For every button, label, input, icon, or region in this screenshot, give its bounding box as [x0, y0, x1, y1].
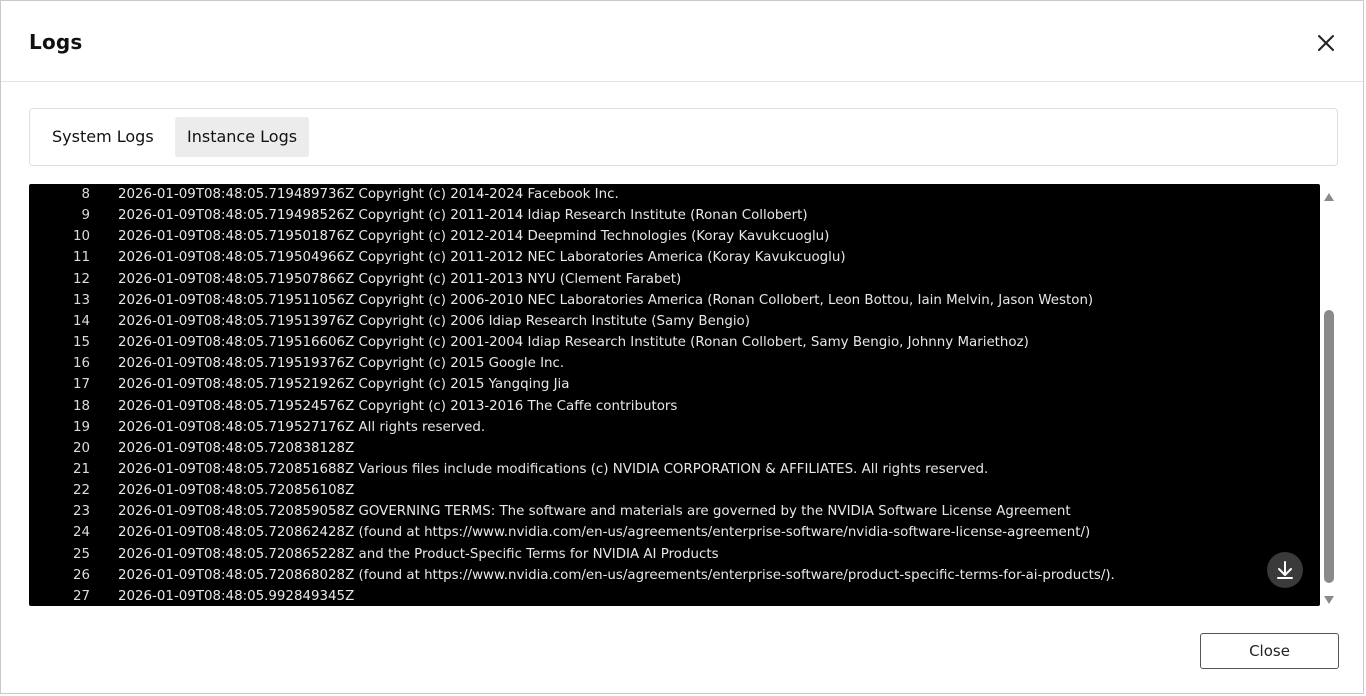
log-line-text: 2026-01-09T08:48:05.720865228Z and the P…	[118, 546, 719, 562]
log-line-number: 16	[72, 356, 90, 372]
log-line-text: 2026-01-09T08:48:05.720838128Z	[118, 440, 355, 456]
log-line-number: 18	[72, 398, 90, 414]
log-line-number: 9	[81, 208, 90, 224]
tab-system-logs[interactable]: System Logs	[40, 117, 166, 157]
log-line-number: 10	[72, 229, 90, 245]
tab-instance-logs[interactable]: Instance Logs	[175, 117, 310, 157]
log-line-text: 2026-01-09T08:48:05.720868028Z (found at…	[118, 567, 1115, 583]
log-line-text: 2026-01-09T08:48:05.719516606Z Copyright…	[118, 335, 1029, 351]
download-icon[interactable]	[1267, 552, 1303, 588]
log-line-number: 15	[72, 335, 90, 351]
log-line-text: 2026-01-09T08:48:05.719519376Z Copyright…	[118, 356, 565, 372]
log-line-text: 2026-01-09T08:48:05.720851688Z Various f…	[118, 461, 989, 477]
dialog-title: Logs	[29, 30, 83, 54]
log-line-text: 2026-01-09T08:48:05.719501876Z Copyright…	[118, 229, 830, 245]
log-viewer[interactable]: 8 2026-01-09T08:48:05.719489736Z Copyrigh…	[29, 184, 1320, 606]
log-line-number: 17	[72, 377, 90, 393]
log-line-number: 26	[72, 567, 90, 583]
log-line-number: 24	[72, 525, 90, 541]
log-line-text: 2026-01-09T08:48:05.720859058Z GOVERNING…	[118, 504, 1071, 520]
scrollbar-thumb[interactable]	[1324, 310, 1334, 583]
log-line-number: 22	[72, 483, 90, 499]
scroll-down-arrow-icon[interactable]	[1323, 592, 1335, 604]
log-tabs: System Logs Instance Logs	[29, 108, 1338, 166]
log-line-number: 27	[72, 588, 90, 604]
log-line-text: 2026-01-09T08:48:05.719498526Z Copyright…	[118, 208, 808, 224]
log-line-text: 2026-01-09T08:48:05.719511056Z Copyright…	[118, 292, 1094, 308]
close-icon[interactable]	[1313, 30, 1339, 56]
log-line-number: 14	[72, 313, 90, 329]
close-button[interactable]: Close	[1200, 633, 1339, 669]
log-line-text: 2026-01-09T08:48:05.719524576Z Copyright…	[118, 398, 678, 414]
dialog-header: Logs	[1, 1, 1363, 82]
log-line-number: 11	[72, 250, 90, 266]
log-line-number: 25	[72, 546, 90, 562]
log-line-number: 21	[72, 461, 90, 477]
log-line-text: 2026-01-09T08:48:05.719504966Z Copyright…	[118, 250, 846, 266]
log-line-text: 2026-01-09T08:48:05.719513976Z Copyright…	[118, 313, 750, 329]
logs-dialog: Logs System Logs Instance Logs 8 2026-01-…	[0, 0, 1364, 694]
log-line-number: 19	[72, 419, 90, 435]
log-line-text: 2026-01-09T08:48:05.720856108Z	[118, 483, 355, 499]
log-line-number: 8	[81, 187, 90, 202]
log-line-text: 2026-01-09T08:48:05.992849345Z	[118, 588, 355, 604]
log-line-text: 2026-01-09T08:48:05.719527176Z All right…	[118, 419, 486, 435]
log-line-text: 2026-01-09T08:48:05.719489736Z Copyright…	[118, 187, 619, 202]
log-line-number: 23	[72, 504, 90, 520]
log-line-text: 2026-01-09T08:48:05.719521926Z Copyright…	[118, 377, 570, 393]
log-line-number: 20	[72, 440, 90, 456]
log-line-text: 2026-01-09T08:48:05.719507866Z Copyright…	[118, 271, 682, 287]
log-line-number: 12	[72, 271, 90, 287]
log-line-number: 13	[72, 292, 90, 308]
log-line-text: 2026-01-09T08:48:05.720862428Z (found at…	[118, 525, 1091, 541]
scroll-up-arrow-icon[interactable]	[1323, 189, 1335, 201]
